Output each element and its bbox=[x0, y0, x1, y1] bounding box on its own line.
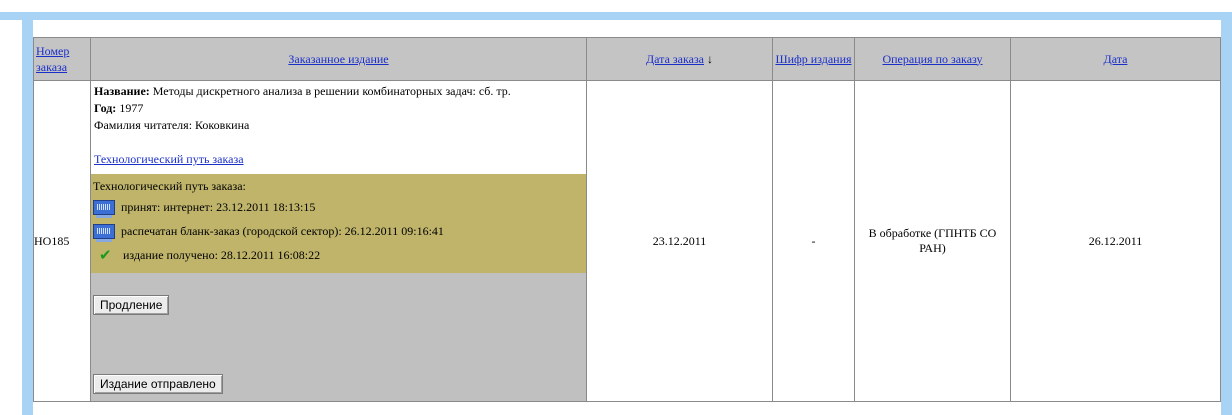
track-step-text: принят: интернет: 23.12.2011 18:13:15 bbox=[121, 200, 316, 214]
table-header-row: Номер заказа Заказанное издание Дата зак… bbox=[33, 37, 1221, 81]
sort-number-link[interactable]: Номер заказа bbox=[36, 44, 69, 74]
year-label: Год: bbox=[94, 101, 117, 115]
sort-operation-link[interactable]: Операция по заказу bbox=[882, 52, 982, 66]
tech-path-link[interactable]: Технологический путь заказа bbox=[94, 151, 244, 168]
table-row: НО185 Название: Методы дискретного анали… bbox=[33, 80, 1221, 402]
reader-name: Фамилия читателя: Коковкина bbox=[94, 118, 250, 132]
sort-down-icon: ↓ bbox=[707, 51, 714, 66]
track-step-text: распечатан бланк-заказ (городской сектор… bbox=[121, 224, 444, 238]
item-sent-button[interactable]: Издание отправлено bbox=[93, 374, 223, 394]
book-title: Методы дискретного анализа в решении ком… bbox=[152, 84, 511, 98]
tech-path-title: Технологический путь заказа: bbox=[93, 179, 246, 193]
sort-order-date-link[interactable]: Дата заказа bbox=[646, 52, 704, 66]
sort-date-link[interactable]: Дата bbox=[1104, 52, 1128, 66]
item-code: - bbox=[772, 80, 855, 402]
col-header-order-date[interactable]: Дата заказа ↓ bbox=[586, 37, 773, 81]
col-header-date[interactable]: Дата bbox=[1010, 37, 1221, 81]
book-info: Название: Методы дискретного анализа в р… bbox=[91, 81, 586, 174]
col-header-operation[interactable]: Операция по заказу bbox=[854, 37, 1011, 81]
order-number: НО185 bbox=[33, 80, 91, 402]
col-header-number[interactable]: Номер заказа bbox=[33, 37, 91, 81]
order-date: 23.12.2011 bbox=[586, 80, 773, 402]
operation-date: 26.12.2011 bbox=[1010, 80, 1221, 402]
computer-icon bbox=[93, 223, 115, 242]
tech-path-panel: Технологический путь заказа: принят: инт… bbox=[91, 174, 586, 273]
col-header-code[interactable]: Шифр издания bbox=[772, 37, 855, 81]
order-operation: В обработке (ГПНТБ СО РАН) bbox=[854, 80, 1011, 402]
actions-area: Продление Издание отправлено bbox=[91, 273, 586, 401]
frame-left-bar bbox=[22, 12, 33, 415]
sort-code-link[interactable]: Шифр издания bbox=[775, 52, 851, 66]
computer-icon bbox=[93, 199, 115, 218]
frame-top-bar bbox=[0, 12, 1232, 20]
book-year: 1977 bbox=[119, 101, 144, 115]
extend-button[interactable]: Продление bbox=[93, 295, 170, 315]
track-step: распечатан бланк-заказ (городской сектор… bbox=[93, 219, 586, 243]
orders-table: Номер заказа Заказанное издание Дата зак… bbox=[33, 37, 1221, 402]
sort-item-link[interactable]: Заказанное издание bbox=[288, 52, 388, 66]
track-step: ✔ издание получено: 28.12.2011 16:08:22 bbox=[93, 243, 586, 267]
col-header-item[interactable]: Заказанное издание bbox=[90, 37, 587, 81]
track-step-text: издание получено: 28.12.2011 16:08:22 bbox=[123, 248, 321, 262]
title-label: Название: bbox=[94, 84, 150, 98]
frame-right-bar bbox=[1221, 12, 1232, 415]
ordered-item-cell: Название: Методы дискретного анализа в р… bbox=[90, 80, 587, 402]
track-step: принят: интернет: 23.12.2011 18:13:15 bbox=[93, 195, 586, 219]
checkmark-icon: ✔ bbox=[99, 246, 112, 264]
